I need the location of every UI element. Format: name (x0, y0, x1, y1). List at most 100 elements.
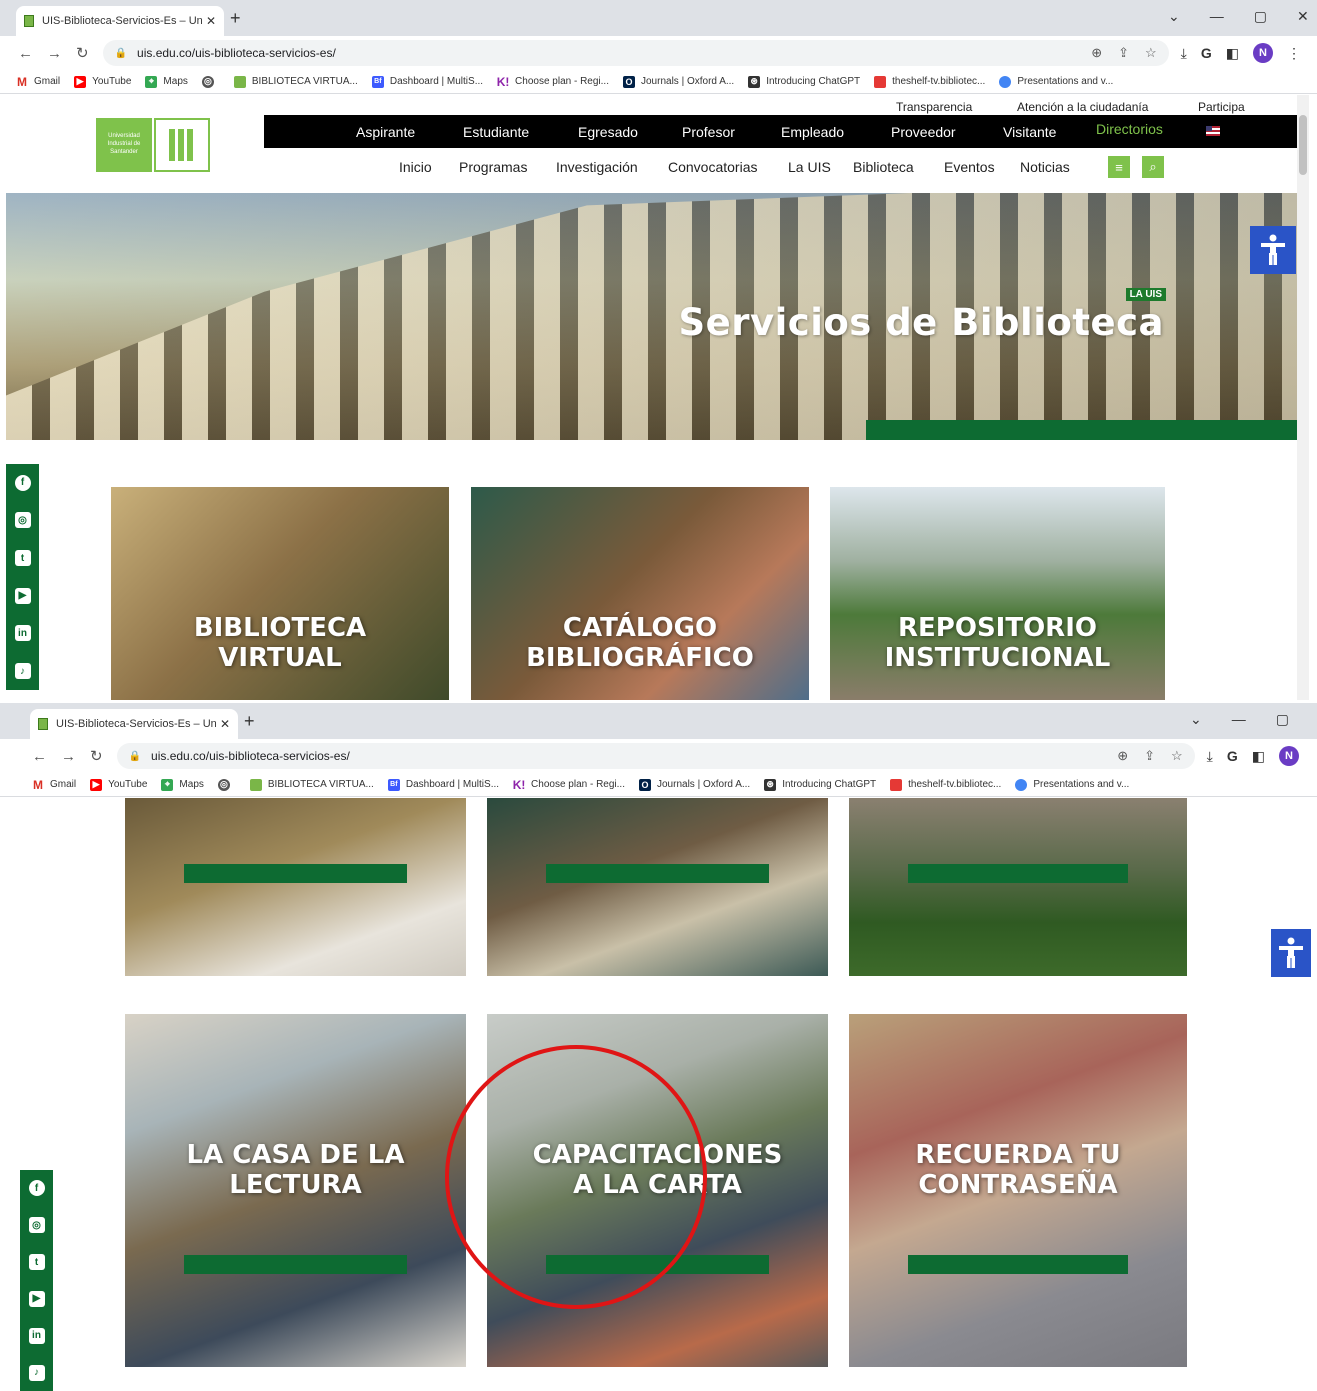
instagram-icon[interactable]: ◎ (28, 1217, 45, 1234)
bookmark-presentations[interactable]: Presentations and v... (1015, 778, 1129, 791)
reload-icon[interactable]: ↻ (76, 44, 89, 62)
menu-icon[interactable]: ⋮ (1287, 45, 1301, 62)
url-field[interactable]: 🔒 uis.edu.co/uis-biblioteca-servicios-es… (102, 40, 1169, 66)
nav-directorios[interactable]: Directorios (1096, 121, 1163, 137)
youtube-icon[interactable]: ▶ (14, 587, 31, 604)
tiktok-icon[interactable]: ♪ (28, 1364, 45, 1381)
google-icon[interactable]: G (1201, 45, 1212, 61)
bookmark-globe[interactable]: ◎ (217, 778, 236, 791)
hamburger-menu-icon[interactable]: ≡ (1108, 156, 1130, 178)
bookmark-biblioteca[interactable]: BIBLIOTECA VIRTUA... (249, 778, 374, 791)
nav-visitante[interactable]: Visitante (1003, 124, 1056, 140)
nav-inicio[interactable]: Inicio (399, 159, 432, 175)
profile-avatar[interactable]: N (1279, 746, 1299, 766)
zoom-icon[interactable]: ⊕ (1091, 45, 1102, 61)
nav-empleado[interactable]: Empleado (781, 124, 844, 140)
download-icon[interactable]: ⤓ (1207, 748, 1213, 765)
search-icon[interactable]: ⌕ (1142, 156, 1164, 178)
linkedin-icon[interactable]: in (28, 1327, 45, 1344)
card-repositorio[interactable]: REPOSITORIO INSTITUCIONAL (830, 487, 1165, 700)
card-repositorio-bottom[interactable] (849, 798, 1187, 976)
linkedin-icon[interactable]: in (14, 625, 31, 642)
card-recuerda-contrasena[interactable]: RECUERDA TU CONTRASEÑA (849, 1014, 1187, 1367)
bookmark-presentations[interactable]: Presentations and v... (999, 75, 1113, 88)
nav-estudiante[interactable]: Estudiante (463, 124, 529, 140)
nav-profesor[interactable]: Profesor (682, 124, 735, 140)
nav-aspirante[interactable]: Aspirante (356, 124, 415, 140)
sidepanel-icon[interactable]: ◧ (1252, 748, 1265, 765)
nav-eventos[interactable]: Eventos (944, 159, 995, 175)
instagram-icon[interactable]: ◎ (14, 512, 31, 529)
card-catalogo[interactable]: CATÁLOGO BIBLIOGRÁFICO (471, 487, 809, 700)
back-icon[interactable]: ← (32, 748, 47, 765)
close-tab-icon[interactable]: ✕ (206, 14, 216, 28)
bookmark-chatgpt[interactable]: ⊛ Introducing ChatGPT (748, 75, 860, 88)
link-transparencia[interactable]: Transparencia (896, 100, 972, 114)
bookmark-choose-plan[interactable]: K! Choose plan - Regi... (513, 778, 625, 792)
card-biblioteca-virtual-bottom[interactable] (125, 798, 466, 976)
nav-proveedor[interactable]: Proveedor (891, 124, 956, 140)
nav-convocatorias[interactable]: Convocatorias (668, 159, 758, 175)
nav-biblioteca[interactable]: Biblioteca (853, 159, 914, 175)
bookmark-globe[interactable]: ◎ (201, 75, 220, 88)
bookmark-dashboard[interactable]: Bf Dashboard | MultiS... (371, 75, 483, 88)
forward-icon[interactable]: → (61, 748, 76, 765)
browser-tab[interactable]: UIS-Biblioteca-Servicios-Es – Uni ✕ (16, 6, 224, 36)
close-window-icon[interactable]: ✕ (1297, 8, 1309, 25)
maximize-icon[interactable]: ▢ (1276, 711, 1289, 728)
bookmark-youtube[interactable]: ▶ YouTube (90, 778, 147, 791)
nav-egresado[interactable]: Egresado (578, 124, 638, 140)
chevron-down-icon[interactable]: ⌄ (1168, 8, 1180, 25)
youtube-icon[interactable]: ▶ (28, 1290, 45, 1307)
link-atencion[interactable]: Atención a la ciudadanía (1017, 100, 1148, 114)
nav-noticias[interactable]: Noticias (1020, 159, 1070, 175)
language-flag-icon[interactable] (1206, 126, 1220, 136)
bookmark-theshelf[interactable]: theshelf-tv.bibliotec... (874, 75, 985, 88)
bookmark-gmail[interactable]: M Gmail (32, 778, 76, 792)
bookmark-biblioteca[interactable]: BIBLIOTECA VIRTUA... (233, 75, 358, 88)
nav-programas[interactable]: Programas (459, 159, 527, 175)
bookmark-maps[interactable]: ⌖ Maps (161, 778, 204, 791)
accessibility-icon[interactable] (1250, 226, 1296, 274)
chevron-down-icon[interactable]: ⌄ (1190, 711, 1202, 728)
page-scrollbar[interactable] (1297, 95, 1309, 700)
card-capacitaciones[interactable]: CAPACITACIONES A LA CARTA (487, 1014, 828, 1367)
link-participa[interactable]: Participa (1198, 100, 1245, 114)
new-tab-icon[interactable]: + (244, 711, 255, 732)
star-icon[interactable]: ☆ (1145, 45, 1157, 61)
hero-badge[interactable]: LA UIS (1125, 288, 1166, 301)
bookmark-journals[interactable]: O Journals | Oxford A... (623, 75, 734, 88)
close-tab-icon[interactable]: ✕ (220, 717, 230, 731)
share-icon[interactable]: ⇪ (1118, 45, 1129, 61)
twitter-icon[interactable]: t (28, 1254, 45, 1271)
twitter-icon[interactable]: t (14, 550, 31, 567)
bookmark-chatgpt[interactable]: ⊛ Introducing ChatGPT (764, 778, 876, 791)
tiktok-icon[interactable]: ♪ (14, 663, 31, 680)
facebook-icon[interactable]: f (28, 1180, 45, 1197)
google-icon[interactable]: G (1227, 748, 1238, 764)
bookmark-theshelf[interactable]: theshelf-tv.bibliotec... (890, 778, 1001, 791)
card-catalogo-bottom[interactable] (487, 798, 828, 976)
maximize-icon[interactable]: ▢ (1254, 8, 1267, 25)
bookmark-maps[interactable]: ⌖ Maps (145, 75, 188, 88)
bookmark-gmail[interactable]: M Gmail (16, 75, 60, 89)
star-icon[interactable]: ☆ (1171, 748, 1183, 764)
sidepanel-icon[interactable]: ◧ (1226, 45, 1239, 62)
card-biblioteca-virtual[interactable]: BIBLIOTECA VIRTUAL (111, 487, 449, 700)
uis-logo[interactable]: Universidad Industrial de Santander (96, 118, 210, 172)
bookmark-journals[interactable]: O Journals | Oxford A... (639, 778, 750, 791)
new-tab-icon[interactable]: + (230, 8, 241, 29)
back-icon[interactable]: ← (18, 45, 33, 62)
nav-investigacion[interactable]: Investigación (556, 159, 638, 175)
url-field[interactable]: 🔒 uis.edu.co/uis-biblioteca-servicios-es… (116, 743, 1195, 769)
bookmark-choose-plan[interactable]: K! Choose plan - Regi... (497, 75, 609, 89)
profile-avatar[interactable]: N (1253, 43, 1273, 63)
minimize-icon[interactable]: — (1232, 711, 1246, 728)
download-icon[interactable]: ⤓ (1181, 45, 1187, 62)
reload-icon[interactable]: ↻ (90, 747, 103, 765)
accessibility-icon[interactable] (1271, 929, 1311, 977)
zoom-icon[interactable]: ⊕ (1117, 748, 1128, 764)
bookmark-youtube[interactable]: ▶ YouTube (74, 75, 131, 88)
card-casa-lectura[interactable]: LA CASA DE LA LECTURA (125, 1014, 466, 1367)
facebook-icon[interactable]: f (14, 474, 31, 491)
